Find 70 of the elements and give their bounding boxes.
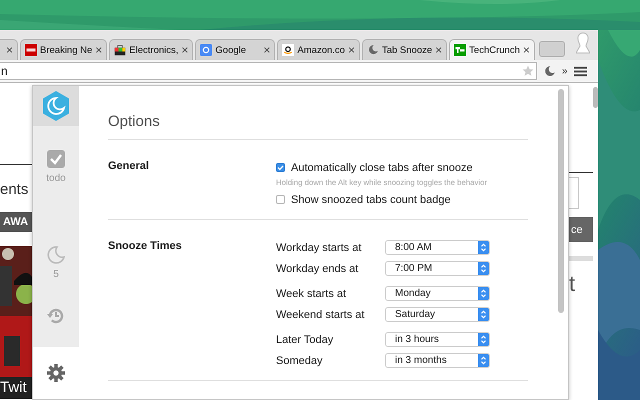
page-heading: ents (0, 181, 30, 198)
placeholder-bar (569, 256, 593, 261)
shopping-bag-icon (114, 44, 126, 56)
updown-arrows-icon (478, 287, 489, 300)
tab-title: Google (215, 44, 248, 56)
section-title: General (108, 160, 150, 174)
star-icon[interactable] (522, 65, 534, 77)
close-button[interactable]: × (263, 43, 270, 57)
dropdown[interactable]: in 3 months (385, 353, 490, 368)
tab-title: Breaking Ne (40, 44, 92, 56)
updown-arrows-icon (478, 241, 489, 254)
close-button[interactable]: × (435, 43, 442, 57)
browser-tab[interactable]: Google × (195, 39, 276, 60)
square-icon (200, 44, 212, 56)
new-tab-button[interactable] (538, 41, 565, 57)
browser-tab[interactable]: Amazon.co × (277, 39, 360, 60)
browser-tab[interactable]: × (0, 39, 18, 60)
square-icon (454, 44, 466, 56)
dropdown[interactable]: Monday (385, 286, 490, 301)
person-icon[interactable] (576, 32, 590, 54)
browser-tab[interactable]: Electronics, × (109, 39, 194, 60)
checkbox-label: Automatically close tabs after snooze (291, 162, 473, 174)
checkbox-icon (46, 149, 66, 170)
checkbox[interactable] (276, 163, 285, 172)
dropdown[interactable]: in 3 hours (385, 332, 490, 347)
banner: AWA (0, 212, 32, 232)
close-button[interactable]: × (522, 43, 530, 57)
square-icon (25, 44, 37, 56)
dropdown[interactable]: Saturday (385, 307, 490, 322)
moon-icon (46, 244, 66, 265)
page-heading: t (569, 271, 576, 297)
checkbox[interactable] (276, 195, 285, 204)
updown-arrows-icon (478, 262, 489, 275)
field-label: Workday ends at (276, 262, 360, 274)
updown-arrows-icon (478, 308, 489, 321)
close-button[interactable]: × (181, 43, 188, 57)
field-label: Workday starts at (276, 242, 362, 254)
updown-arrows-icon (478, 333, 489, 346)
tab-title: Electronics, (129, 44, 178, 56)
caption: Twit (0, 377, 32, 399)
field-label: Later Today (276, 334, 334, 346)
menu-icon[interactable] (574, 64, 587, 78)
overflow-button[interactable]: » (562, 66, 568, 76)
field-label: Weekend starts at (276, 308, 366, 320)
section-title: Snooze Times (108, 240, 183, 254)
field-label: Week starts at (276, 288, 348, 300)
dropdown[interactable]: 7:00 PM (385, 261, 490, 276)
scrollbar-thumb[interactable] (558, 89, 564, 313)
field-label: Someday (276, 354, 324, 366)
address-bar[interactable]: n (0, 62, 537, 80)
moon-icon (366, 44, 379, 56)
scrollbar-thumb[interactable] (593, 87, 598, 108)
tab-title: TechCrunch (469, 44, 520, 56)
page-button[interactable]: ce (569, 217, 593, 242)
checkbox-label: Show snoozed tabs count badge (291, 194, 451, 206)
settings-icon (46, 362, 66, 383)
browser-tab[interactable]: TechCrunch × (449, 39, 535, 60)
hexagon-moon-icon (41, 90, 71, 122)
sidebar-item[interactable] (33, 346, 79, 399)
dropdown[interactable]: 8:00 AM (385, 240, 490, 255)
close-button[interactable]: × (95, 43, 102, 57)
tab-title: Tab Snooze (382, 44, 432, 56)
updown-arrows-icon (478, 354, 489, 367)
browser-tab[interactable]: Tab Snooze × (362, 39, 448, 60)
close-button[interactable]: × (348, 43, 355, 57)
moon-icon[interactable] (543, 64, 556, 78)
tab-title: Amazon.co (297, 44, 345, 56)
close-button[interactable]: × (6, 43, 13, 57)
browser-tab[interactable]: Breaking Ne × (20, 39, 108, 60)
page-title: Options (108, 113, 528, 140)
